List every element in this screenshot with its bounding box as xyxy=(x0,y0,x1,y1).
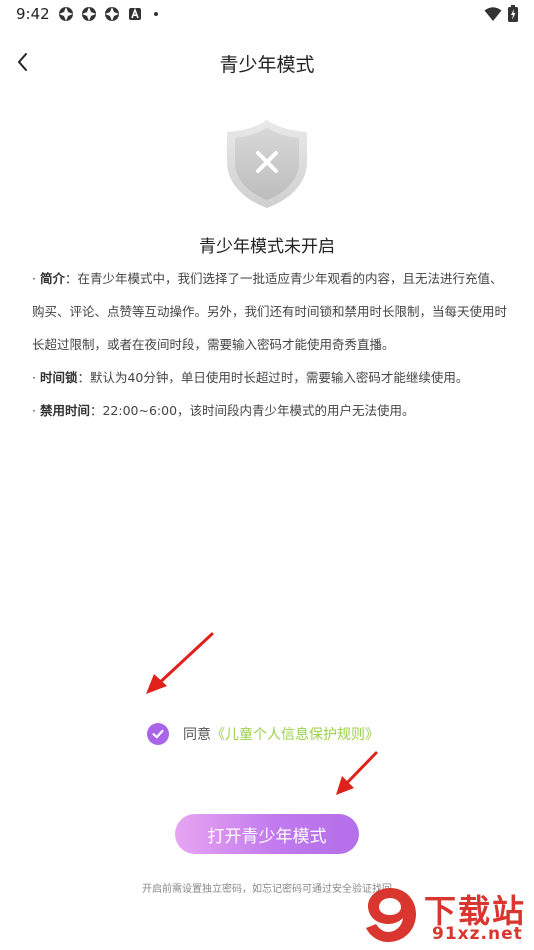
agreement-checkbox[interactable] xyxy=(147,723,169,745)
ban-paragraph: · 禁用时间：22:00~6:00，该时间段内青少年模式的用户无法使用。 xyxy=(32,403,415,418)
open-teen-mode-button[interactable]: 打开青少年模式 xyxy=(175,814,359,854)
agreement-prefix: 同意 xyxy=(183,727,211,743)
app-notification-icon xyxy=(105,7,119,21)
check-icon xyxy=(152,729,164,739)
intro-text: ：在青少年模式中，我们选择了一批适应青少年观看的内容，且无法进行充值、购买、评论… xyxy=(32,271,508,352)
red-arrow-annotation xyxy=(336,751,378,795)
teen-mode-status: 青少年模式未开启 xyxy=(199,237,335,257)
teen-mode-screen: 9:42 青少年模式 青少年模式未开启 · 简介：在青少年模式中，我们选择了一批… xyxy=(0,0,534,950)
watermark-url: 91xz.net xyxy=(432,924,523,944)
privacy-rules-link[interactable]: 《儿童个人信息保护规则》 xyxy=(211,724,379,744)
shield-x-icon xyxy=(227,120,307,208)
ban-text: ：22:00~6:00，该时间段内青少年模式的用户无法使用。 xyxy=(89,403,415,418)
more-dot-icon xyxy=(154,12,158,16)
app-notification-icon xyxy=(59,7,73,21)
app-notification-icon xyxy=(82,7,96,21)
header: 青少年模式 xyxy=(0,40,534,84)
agreement-row: 同意 《儿童个人信息保护规则》 xyxy=(147,722,379,746)
intro-label: 简介 xyxy=(39,271,65,286)
timelock-text: ：默认为40分钟，单日使用时长超过时，需要输入密码才能继续使用。 xyxy=(77,370,469,385)
timelock-label: 时间锁 xyxy=(39,370,78,385)
watermark-logo-icon xyxy=(366,888,416,942)
page-title: 青少年模式 xyxy=(219,54,315,76)
wifi-icon xyxy=(484,6,502,21)
timelock-paragraph: · 时间锁：默认为40分钟，单日使用时长超过时，需要输入密码才能继续使用。 xyxy=(32,370,469,385)
status-bar: 9:42 xyxy=(0,0,534,28)
status-notification-icons xyxy=(58,6,158,22)
intro-paragraph: · 简介：在青少年模式中，我们选择了一批适应青少年观看的内容，且无法进行充值、购… xyxy=(32,271,508,352)
description: · 简介：在青少年模式中，我们选择了一批适应青少年观看的内容，且无法进行充值、购… xyxy=(32,262,508,427)
ban-label: 禁用时间 xyxy=(39,403,90,418)
status-right-icons xyxy=(484,5,518,22)
battery-icon xyxy=(508,5,518,22)
a-letter-icon xyxy=(129,7,141,20)
watermark: 下载站 91xz.net xyxy=(360,884,530,946)
status-time: 9:42 xyxy=(16,5,50,23)
red-arrow-annotation xyxy=(146,632,214,694)
